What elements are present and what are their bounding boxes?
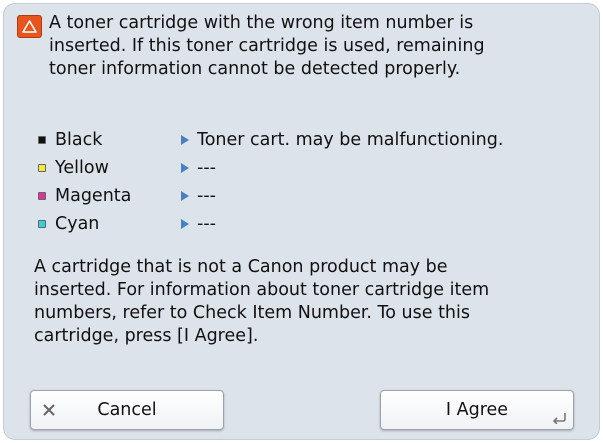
i-agree-button[interactable]: I Agree — [380, 390, 574, 430]
warning-icon — [17, 15, 42, 38]
message-dialog: A toner cartridge with the wrong item nu… — [3, 3, 600, 440]
toner-name: Yellow — [55, 158, 109, 178]
header-message: A toner cartridge with the wrong item nu… — [49, 12, 569, 81]
toner-status: --- — [197, 214, 216, 234]
arrow-right-icon — [181, 163, 189, 173]
black-swatch-icon — [38, 136, 46, 144]
info-message-line: numbers, refer to Check Item Number. To … — [34, 303, 471, 323]
header-message-line: toner information cannot be detected pro… — [49, 59, 461, 79]
arrow-right-icon — [181, 191, 189, 201]
toner-row-black: Black Toner cart. may be malfunctioning. — [34, 126, 574, 154]
cancel-button[interactable]: Cancel — [30, 390, 224, 430]
info-message-line: cartridge, press [I Agree]. — [34, 326, 259, 346]
info-message-line: A cartridge that is not a Canon product … — [34, 257, 448, 277]
i-agree-label: I Agree — [445, 400, 509, 420]
toner-status: --- — [197, 158, 216, 178]
toner-row-magenta: Magenta --- — [34, 182, 574, 210]
header-message-line: A toner cartridge with the wrong item nu… — [49, 13, 474, 33]
magenta-swatch-icon — [38, 192, 46, 200]
toner-name: Black — [55, 130, 103, 150]
toner-row-yellow: Yellow --- — [34, 154, 574, 182]
close-icon — [43, 404, 55, 416]
toner-status: --- — [197, 186, 216, 206]
info-message-line: inserted. For information about toner ca… — [34, 280, 490, 300]
toner-name: Magenta — [55, 186, 132, 206]
arrow-right-icon — [181, 135, 189, 145]
toner-row-cyan: Cyan --- — [34, 210, 574, 238]
yellow-swatch-icon — [38, 164, 46, 172]
cancel-label: Cancel — [97, 400, 157, 420]
toner-name: Cyan — [55, 214, 100, 234]
info-message: A cartridge that is not a Canon product … — [34, 256, 554, 348]
cyan-swatch-icon — [38, 220, 46, 228]
toner-status-list: Black Toner cart. may be malfunctioning.… — [34, 126, 574, 238]
enter-icon — [552, 413, 566, 424]
arrow-right-icon — [181, 219, 189, 229]
header-message-line: inserted. If this toner cartridge is use… — [49, 36, 485, 56]
toner-status: Toner cart. may be malfunctioning. — [197, 130, 504, 150]
